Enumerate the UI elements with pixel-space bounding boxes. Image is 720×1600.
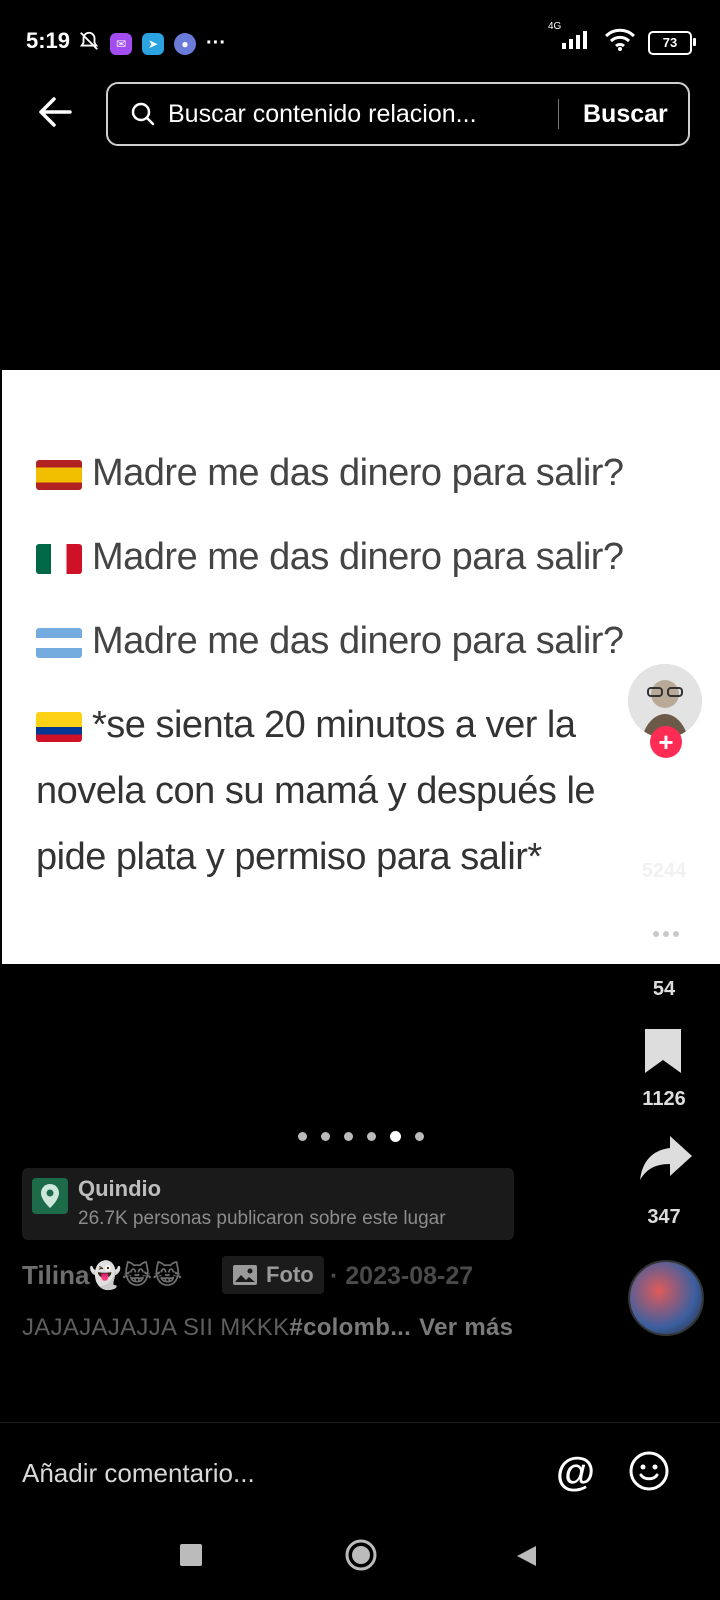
share-button[interactable] xyxy=(636,1132,696,1186)
comment-divider xyxy=(0,1422,720,1423)
photo-type-chip: Foto xyxy=(222,1256,324,1294)
post-image[interactable]: Madre me das dinero para salir? Madre me… xyxy=(2,370,720,964)
author-name[interactable]: Tilina👻😹😹 xyxy=(22,1260,183,1291)
bookmark-icon xyxy=(645,1029,681,1073)
location-name: Quindio xyxy=(78,1176,162,1201)
follow-button[interactable]: + xyxy=(650,726,682,758)
bookmark-count: 1126 xyxy=(642,1088,686,1110)
see-more-link[interactable]: Ver más xyxy=(419,1314,513,1341)
battery-indicator: 73 xyxy=(648,30,696,55)
argentina-flag-icon xyxy=(36,627,82,658)
location-pin-icon xyxy=(32,1178,68,1214)
home-button[interactable] xyxy=(344,1538,378,1572)
comment-button[interactable] xyxy=(636,910,696,964)
bookmark-button[interactable] xyxy=(640,1026,700,1080)
comment-icon xyxy=(640,914,692,962)
post-line-4: *se sienta 20 minutos a ver la xyxy=(36,704,576,747)
search-input[interactable]: Buscar contenido relacion... xyxy=(168,100,548,129)
post-line-2: Madre me das dinero para salir? xyxy=(36,536,624,579)
post-line-text: Madre me das dinero para salir? xyxy=(92,620,624,662)
post-line-5: novela con su mamá y después le xyxy=(36,770,596,812)
signal-icon: 4G xyxy=(548,21,592,56)
post-line-1: Madre me das dinero para salir? xyxy=(36,452,624,495)
caption-text: JAJAJAJAJJA SII MKKK xyxy=(22,1314,290,1341)
smiley-icon xyxy=(629,1451,669,1491)
triangle-back-icon xyxy=(517,1546,536,1566)
carousel-indicator xyxy=(298,1131,424,1142)
more-notifications-icon: ··· xyxy=(206,32,226,54)
colombia-flag-icon xyxy=(36,711,82,742)
network-type: 4G xyxy=(548,21,562,32)
carousel-dot-active xyxy=(390,1131,401,1142)
carousel-dot xyxy=(344,1132,353,1141)
carousel-dot xyxy=(367,1132,376,1141)
post-line-text: Madre me das dinero para salir? xyxy=(92,452,624,494)
photo-type-label: Foto xyxy=(266,1262,314,1287)
post-line-3: Madre me das dinero para salir? xyxy=(36,620,624,663)
carousel-dot xyxy=(415,1132,424,1141)
back-button[interactable] xyxy=(36,92,76,132)
comment-count: 54 xyxy=(652,978,676,1000)
nav-back-button[interactable] xyxy=(514,1544,538,1568)
spain-flag-icon xyxy=(36,459,82,490)
like-button[interactable] xyxy=(636,792,696,846)
carousel-dot xyxy=(298,1132,307,1141)
status-system-icons: 4G 73 xyxy=(548,21,696,57)
status-notification-icons: ✉ ➤ ● ··· xyxy=(78,30,226,57)
caption-hashtag[interactable]: #colomb... xyxy=(289,1314,411,1341)
status-time: 5:19 xyxy=(26,28,71,53)
share-count: 347 xyxy=(647,1206,681,1228)
search-icon xyxy=(130,101,156,127)
search-divider xyxy=(558,99,559,129)
carousel-dot xyxy=(321,1132,330,1141)
recent-apps-button[interactable] xyxy=(180,1544,202,1566)
share-arrow-icon xyxy=(640,1136,692,1180)
heart-icon xyxy=(640,795,692,842)
bell-off-icon xyxy=(78,30,100,57)
post-date: · 2023-08-27 xyxy=(330,1262,474,1290)
telegram-icon: ➤ xyxy=(142,32,164,55)
post-line-text: Madre me das dinero para salir? xyxy=(92,536,624,578)
app-icon: ● xyxy=(174,32,196,55)
image-icon xyxy=(233,1265,257,1285)
location-subtitle: 26.7K personas publicaron sobre este lug… xyxy=(78,1208,446,1229)
like-count: 5244 xyxy=(641,860,687,882)
emoji-button[interactable] xyxy=(628,1450,670,1492)
search-button[interactable]: Buscar xyxy=(583,100,668,129)
comment-input[interactable]: Añadir comentario... xyxy=(22,1458,255,1489)
post-line-6: pide plata y permiso para salir* xyxy=(36,836,542,878)
mention-button[interactable]: @ xyxy=(556,1450,595,1495)
post-line-text: *se sienta 20 minutos a ver la xyxy=(92,704,576,746)
home-circle-icon xyxy=(345,1539,377,1571)
wifi-icon xyxy=(604,28,636,57)
mexico-flag-icon xyxy=(36,543,82,574)
music-disc[interactable] xyxy=(628,1260,704,1336)
arrow-left-icon xyxy=(39,97,72,127)
post-caption[interactable]: JAJAJAJAJJA SII MKKK#colomb... Ver más xyxy=(22,1314,513,1342)
messenger-icon: ✉ xyxy=(110,32,132,55)
search-bar[interactable]: Buscar contenido relacion... Buscar xyxy=(106,82,690,146)
location-card[interactable]: Quindio 26.7K personas publicaron sobre … xyxy=(22,1168,514,1240)
